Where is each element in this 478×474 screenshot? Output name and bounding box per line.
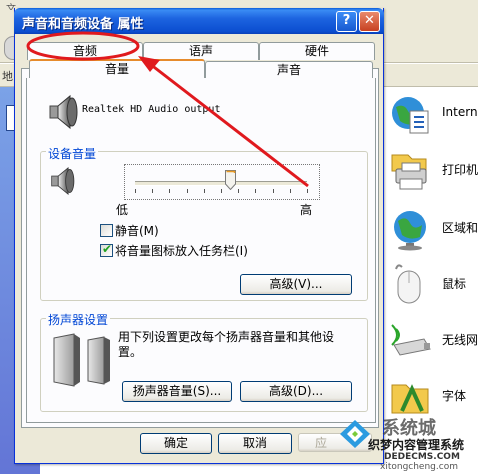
slider-tick bbox=[290, 189, 291, 193]
slider-tick bbox=[255, 189, 256, 193]
speaker-volume-button[interactable]: 扬声器音量(S)... bbox=[122, 381, 232, 402]
cp-item-label: 区域和 bbox=[442, 221, 478, 235]
cp-item-label: 无线网 bbox=[442, 333, 478, 347]
slider-max-label: 高 bbox=[300, 203, 313, 217]
slider-tick bbox=[238, 189, 239, 193]
taskbar-icon-checkbox[interactable]: ✔ bbox=[100, 242, 113, 257]
cp-item-mouse[interactable]: 鼠标 bbox=[386, 259, 478, 309]
mute-checkbox[interactable] bbox=[100, 224, 113, 237]
globe-region-icon bbox=[394, 211, 426, 251]
cancel-button[interactable]: 取消 bbox=[218, 433, 292, 454]
ok-button[interactable]: 确定 bbox=[140, 433, 212, 454]
tab-audio[interactable]: 音频 bbox=[27, 42, 143, 60]
speaker-advanced-button[interactable]: 高级(D)... bbox=[240, 381, 352, 402]
volume-slider-thumb[interactable] bbox=[224, 170, 236, 190]
cp-item-label: 鼠标 bbox=[442, 277, 467, 291]
wireless-network-icon bbox=[391, 324, 431, 356]
tab-voice[interactable]: 语声 bbox=[143, 42, 259, 60]
tab-sounds[interactable]: 声音 bbox=[205, 61, 373, 79]
printer-icon bbox=[391, 154, 427, 190]
cp-item-region[interactable]: 区域和 bbox=[386, 203, 478, 253]
taskbar-icon-label[interactable]: 将音量图标放入任务栏(I) bbox=[115, 242, 248, 259]
speaker-settings-group-title: 扬声器设置 bbox=[46, 311, 111, 328]
close-button[interactable]: ✕ bbox=[359, 11, 380, 32]
device-volume-group-title: 设备音量 bbox=[46, 145, 99, 162]
watermark-line3: DEDECMS.COM bbox=[384, 452, 460, 462]
globe-internet-icon bbox=[392, 97, 429, 134]
speakers-icon bbox=[53, 333, 110, 387]
cp-item-wireless[interactable]: 无线网 bbox=[386, 315, 478, 365]
volume-slider-track bbox=[135, 181, 307, 186]
watermark-logo-icon bbox=[340, 420, 370, 448]
mouse-icon bbox=[395, 264, 421, 304]
checkmark-icon: ✔ bbox=[102, 242, 113, 256]
address-label: 地 bbox=[2, 70, 13, 83]
volume-slider[interactable] bbox=[124, 164, 320, 200]
cp-item-printer[interactable]: 打印机 bbox=[386, 145, 478, 195]
watermark-line4: xitongcheng.com bbox=[380, 462, 458, 472]
cp-item-label: Intern bbox=[442, 105, 478, 119]
slider-tick bbox=[307, 189, 308, 193]
fonts-folder-icon bbox=[391, 384, 429, 414]
slider-tick bbox=[273, 189, 274, 193]
speaker-settings-description: 用下列设置更改每个扬声器音量和其他设置。 bbox=[118, 330, 335, 359]
watermark-line2: 织梦内容管理系统 bbox=[368, 438, 465, 452]
slider-tick bbox=[169, 189, 170, 193]
mute-label[interactable]: 静音(M) bbox=[115, 222, 159, 239]
cp-item-label: 字体 bbox=[442, 389, 467, 403]
slider-tick bbox=[204, 189, 205, 193]
slider-tick bbox=[152, 189, 153, 193]
slider-tick bbox=[135, 189, 136, 193]
tab-volume[interactable]: 音量 bbox=[29, 59, 205, 79]
slider-tick bbox=[187, 189, 188, 193]
dialog-title: 声音和音频设备 属性 bbox=[22, 17, 144, 32]
tab-hardware[interactable]: 硬件 bbox=[259, 42, 375, 60]
help-button[interactable]: ? bbox=[336, 11, 357, 32]
cp-item-label: 打印机 bbox=[442, 163, 478, 177]
device-name: Realtek HD Audio output bbox=[82, 104, 221, 115]
device-advanced-button[interactable]: 高级(V)... bbox=[240, 274, 352, 295]
slider-tick bbox=[221, 189, 222, 193]
speaker-icon bbox=[49, 94, 78, 130]
cp-item-internet[interactable]: Intern bbox=[386, 89, 478, 139]
volume-speaker-icon bbox=[51, 166, 75, 196]
dialog-titlebar[interactable]: 声音和音频设备 属性 ? ✕ bbox=[14, 8, 384, 34]
slider-min-label: 低 bbox=[116, 203, 129, 217]
